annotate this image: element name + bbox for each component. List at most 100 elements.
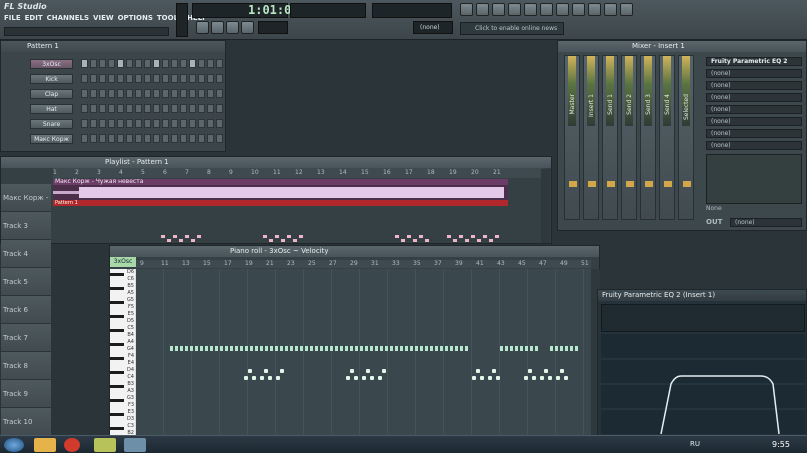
step-button[interactable] <box>153 134 160 143</box>
piano-roll-grid[interactable] <box>136 269 591 435</box>
note[interactable] <box>550 346 553 351</box>
note[interactable] <box>240 346 243 351</box>
note[interactable] <box>365 346 368 351</box>
audio-clip[interactable]: Макс Корж - Чужая невеста <box>53 179 508 200</box>
note[interactable] <box>425 346 428 351</box>
step-button[interactable] <box>153 104 160 113</box>
step-button[interactable] <box>198 74 205 83</box>
step-button[interactable] <box>81 59 88 68</box>
note[interactable] <box>360 346 363 351</box>
step-button[interactable] <box>171 59 178 68</box>
note[interactable] <box>215 346 218 351</box>
note[interactable] <box>295 346 298 351</box>
step-button[interactable] <box>207 134 214 143</box>
note[interactable] <box>345 346 348 351</box>
pattern-block[interactable] <box>173 235 177 238</box>
note[interactable] <box>195 346 198 351</box>
note[interactable] <box>375 346 378 351</box>
note[interactable] <box>455 346 458 351</box>
channel-rack-title[interactable]: Pattern 1 <box>1 41 225 52</box>
note[interactable] <box>445 346 448 351</box>
step-button[interactable] <box>99 134 106 143</box>
note[interactable] <box>350 369 354 373</box>
step-button[interactable] <box>126 89 133 98</box>
note[interactable] <box>325 346 328 351</box>
track-label[interactable]: Track 6 <box>1 296 51 324</box>
step-button[interactable] <box>144 59 151 68</box>
note[interactable] <box>410 346 413 351</box>
pattern-block[interactable] <box>413 239 417 242</box>
step-button[interactable] <box>135 119 142 128</box>
note[interactable] <box>354 376 358 380</box>
note[interactable] <box>225 346 228 351</box>
note[interactable] <box>528 369 532 373</box>
step-button[interactable] <box>180 119 187 128</box>
step-button[interactable] <box>162 89 169 98</box>
step-button[interactable] <box>171 134 178 143</box>
note[interactable] <box>530 346 533 351</box>
playlist-ruler[interactable]: 1 2 3 4 5 6 7 8 9 10 11 12 13 14 15 16 17 18 19 20 21 <box>53 168 543 178</box>
step-button[interactable] <box>198 59 205 68</box>
step-button[interactable] <box>198 119 205 128</box>
note[interactable] <box>290 346 293 351</box>
note[interactable] <box>330 346 333 351</box>
note[interactable] <box>544 369 548 373</box>
pattern-block[interactable] <box>459 235 463 238</box>
master-volume-slider[interactable] <box>176 3 188 37</box>
note[interactable] <box>370 376 374 380</box>
note[interactable] <box>510 346 513 351</box>
step-button[interactable] <box>198 134 205 143</box>
note[interactable] <box>476 369 480 373</box>
step-button[interactable] <box>207 74 214 83</box>
note[interactable] <box>380 346 383 351</box>
menu-view[interactable]: VIEW <box>93 14 114 24</box>
step-button[interactable] <box>81 89 88 98</box>
step-button[interactable] <box>171 119 178 128</box>
note[interactable] <box>555 346 558 351</box>
note[interactable] <box>564 376 568 380</box>
channel-name-button[interactable]: Snare <box>30 119 73 129</box>
tempo-icon[interactable] <box>556 3 569 16</box>
step-button[interactable] <box>216 59 223 68</box>
step-button[interactable] <box>216 119 223 128</box>
note[interactable] <box>170 346 173 351</box>
pattern-block[interactable] <box>197 235 201 238</box>
step-button[interactable] <box>108 74 115 83</box>
note[interactable] <box>260 376 264 380</box>
playlist-title[interactable]: Playlist - Pattern 1 <box>1 157 551 168</box>
step-button[interactable] <box>99 119 106 128</box>
step-button[interactable] <box>153 59 160 68</box>
step-button[interactable] <box>90 104 97 113</box>
step-button[interactable] <box>117 134 124 143</box>
step-button[interactable] <box>207 89 214 98</box>
pattern-block[interactable] <box>407 235 411 238</box>
menu-channels[interactable]: CHANNELS <box>47 14 89 24</box>
tray-icons[interactable] <box>712 441 764 449</box>
step-button[interactable] <box>189 119 196 128</box>
step-button[interactable] <box>171 74 178 83</box>
step-button[interactable] <box>99 89 106 98</box>
pattern-block[interactable] <box>299 235 303 238</box>
note[interactable] <box>488 376 492 380</box>
pattern-block[interactable] <box>453 239 457 242</box>
note[interactable] <box>230 346 233 351</box>
mixer-strip[interactable]: Insert 1 <box>583 55 599 220</box>
fl-studio-icon[interactable] <box>94 438 116 452</box>
piano-keyboard[interactable]: D6 C6 B5 A5 G5 F5 E5 D5 C5 B4 A4 G4 F4 E4 D4 C4 B3 A3 G3 F3… <box>110 269 136 435</box>
eq-panel[interactable] <box>706 154 802 204</box>
step-button[interactable] <box>198 104 205 113</box>
menu-options[interactable]: OPTIONS <box>118 14 153 24</box>
piano-roll-icon[interactable] <box>476 3 489 16</box>
note[interactable] <box>532 376 536 380</box>
step-button[interactable] <box>144 134 151 143</box>
note[interactable] <box>465 346 468 351</box>
step-button[interactable] <box>135 89 142 98</box>
track-label[interactable]: Track 4 <box>1 240 51 268</box>
note[interactable] <box>285 346 288 351</box>
step-button[interactable] <box>126 119 133 128</box>
step-button[interactable] <box>117 59 124 68</box>
piano-roll-title[interactable]: Piano roll - 3xOsc ~ Velocity <box>110 246 599 257</box>
effect-slot[interactable]: (none) <box>706 129 802 138</box>
effect-slot[interactable]: (none) <box>706 117 802 126</box>
channel-name-button[interactable]: 3xOsc <box>30 59 73 69</box>
